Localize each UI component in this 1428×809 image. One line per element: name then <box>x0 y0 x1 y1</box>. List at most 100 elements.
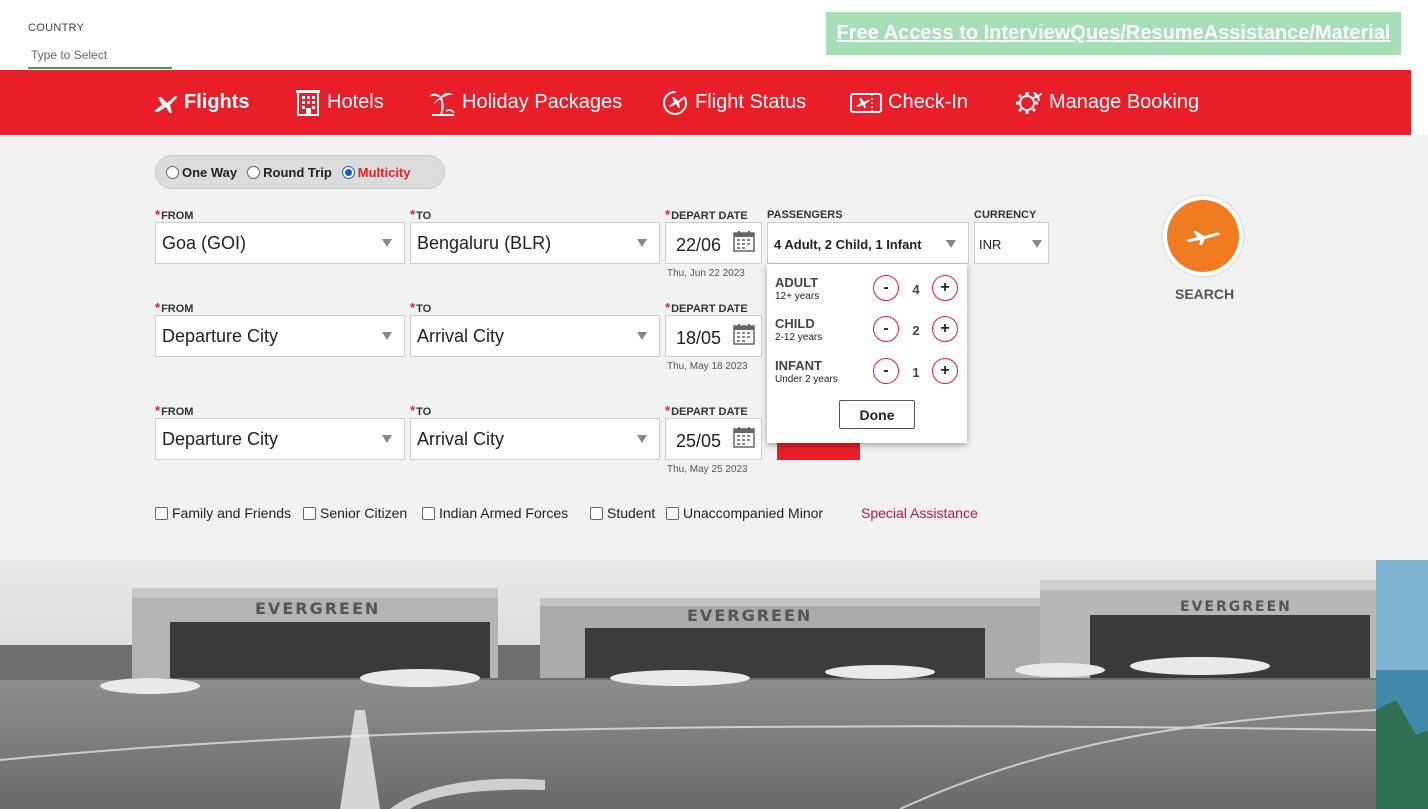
nav-flights-label: Flights <box>184 91 250 113</box>
nav-flight-status-label: Flight Status <box>695 91 807 113</box>
option-family-friends[interactable]: Family and Friends <box>155 505 291 521</box>
leg2-depart-label: *DEPART DATE <box>665 300 748 315</box>
armed-forces-checkbox[interactable] <box>422 506 435 520</box>
trip-round-trip-label: Round Trip <box>263 164 332 180</box>
airplane-icon <box>1186 231 1220 245</box>
leg2-from-label: *FROM <box>155 300 194 315</box>
dropdown-caret-icon <box>1032 240 1042 248</box>
leg1-to-value: Bengaluru (BLR) <box>417 232 552 253</box>
nav-holiday-packages[interactable]: Holiday Packages <box>428 70 622 135</box>
currency-select[interactable]: INR <box>974 222 1049 264</box>
infant-minus-button[interactable]: - <box>873 358 899 384</box>
family-friends-checkbox[interactable] <box>155 506 168 520</box>
option-unaccompanied-minor-label: Unaccompanied Minor <box>683 505 824 521</box>
leg1-date-value: 22/06 <box>676 235 722 255</box>
leg1-date-input[interactable]: 22/06 <box>665 222 762 264</box>
trip-type-selector: One Way Round Trip Multicity <box>155 155 445 189</box>
nav-flights[interactable]: Flights <box>152 70 250 135</box>
leg1-from-select[interactable]: Goa (GOI) <box>155 222 405 264</box>
passengers-dropdown: ADULT 12+ years - 4 + CHILD 2-12 years -… <box>767 264 967 443</box>
leg3-from-select[interactable]: Departure City <box>155 418 405 460</box>
multicity-radio[interactable] <box>341 165 355 179</box>
trip-one-way-label: One Way <box>182 164 238 180</box>
passengers-done-button[interactable]: Done <box>839 400 915 429</box>
coastline-image <box>1376 560 1428 809</box>
special-assistance-link[interactable]: Special Assistance <box>861 505 978 521</box>
currency-label: CURRENCY <box>974 209 1037 221</box>
airplane-icon <box>154 95 177 113</box>
option-armed-forces-label: Indian Armed Forces <box>439 505 569 521</box>
passengers-summary: 4 Adult, 2 Child, 1 Infant <box>774 237 922 252</box>
nav-holiday-label: Holiday Packages <box>462 91 623 113</box>
dropdown-caret-icon <box>382 239 392 247</box>
trip-one-way[interactable]: One Way <box>166 165 237 180</box>
gear-plane-icon <box>1016 91 1043 114</box>
booking-page: COUNTRY Free Access to InterviewQues/Res… <box>0 0 1428 809</box>
leg2-to-label: *TO <box>410 300 432 315</box>
child-minus-button[interactable]: - <box>873 316 899 342</box>
trip-round-trip[interactable]: Round Trip <box>247 165 332 180</box>
leg2-date-full: Thu, May 18 2023 <box>667 361 748 372</box>
search-button[interactable] <box>1163 196 1243 276</box>
airport-banner-image: EVERGREEN EVERGREEN EVERGREEN <box>0 560 1376 809</box>
dropdown-caret-icon <box>382 435 392 443</box>
option-unaccompanied-minor[interactable]: Unaccompanied Minor <box>666 505 823 521</box>
round-trip-radio[interactable] <box>247 165 261 179</box>
leg2-from-value: Departure City <box>162 325 279 346</box>
hotel-icon <box>296 89 320 116</box>
add-city-button[interactable] <box>777 443 860 460</box>
senior-citizen-checkbox[interactable] <box>303 506 316 520</box>
student-checkbox[interactable] <box>590 506 603 520</box>
leg2-to-value: Arrival City <box>417 325 505 346</box>
option-family-friends-label: Family and Friends <box>172 505 292 521</box>
nav-hotels[interactable]: Hotels <box>295 70 384 135</box>
nav-hotels-label: Hotels <box>327 91 384 113</box>
adult-count: 4 <box>912 282 920 297</box>
leg2-date-input[interactable]: 18/05 <box>665 315 762 357</box>
leg3-to-select[interactable]: Arrival City <box>410 418 660 460</box>
calendar-icon[interactable] <box>733 323 755 345</box>
leg1-to-select[interactable]: Bengaluru (BLR) <box>410 222 660 264</box>
search-label: SEARCH <box>1175 286 1235 302</box>
infant-count: 1 <box>912 365 920 380</box>
nav-manage-booking[interactable]: Manage Booking <box>1013 70 1199 135</box>
trip-multicity[interactable]: Multicity <box>341 165 411 180</box>
leg3-from-value: Departure City <box>162 428 279 449</box>
infant-row: INFANT Under 2 years - 1 + <box>775 358 960 394</box>
nav-check-in[interactable]: Check-In <box>850 70 968 135</box>
option-student[interactable]: Student <box>590 505 655 521</box>
dropdown-caret-icon <box>637 435 647 443</box>
hangar-sign-3: EVERGREEN <box>1180 599 1292 615</box>
country-input[interactable] <box>28 43 172 69</box>
passengers-select[interactable]: 4 Adult, 2 Child, 1 Infant <box>767 222 969 264</box>
child-count: 2 <box>912 323 920 338</box>
dropdown-caret-icon <box>382 332 392 340</box>
option-senior-citizen[interactable]: Senior Citizen <box>303 505 407 521</box>
calendar-icon[interactable] <box>733 230 755 252</box>
leg2-to-select[interactable]: Arrival City <box>410 315 660 357</box>
nav-manage-booking-label: Manage Booking <box>1049 91 1200 113</box>
adult-row: ADULT 12+ years - 4 + <box>775 275 960 311</box>
adult-minus-button[interactable]: - <box>873 275 899 301</box>
leg3-date-input[interactable]: 25/05 <box>665 418 762 460</box>
palm-tree-icon <box>429 92 455 116</box>
passengers-label: PASSENGERS <box>767 209 843 221</box>
leg3-date-value: 25/05 <box>676 431 722 451</box>
one-way-radio[interactable] <box>166 165 179 179</box>
nav-flight-status[interactable]: Flight Status <box>661 70 806 135</box>
hangar-sign-1: EVERGREEN <box>255 599 380 618</box>
boarding-pass-icon <box>850 92 882 113</box>
infant-plus-button[interactable]: + <box>932 358 958 384</box>
leg3-to-value: Arrival City <box>417 428 505 449</box>
option-armed-forces[interactable]: Indian Armed Forces <box>422 505 568 521</box>
leg2-from-select[interactable]: Departure City <box>155 315 405 357</box>
unaccompanied-minor-checkbox[interactable] <box>666 506 679 520</box>
promo-link[interactable]: Free Access to InterviewQues/ResumeAssis… <box>837 22 1391 45</box>
child-plus-button[interactable]: + <box>932 316 958 342</box>
country-selector: COUNTRY <box>28 22 172 69</box>
calendar-icon[interactable] <box>733 426 755 448</box>
country-label: COUNTRY <box>28 22 85 34</box>
search-button-face <box>1167 200 1239 272</box>
leg1-from-label: *FROM <box>155 207 194 222</box>
adult-plus-button[interactable]: + <box>932 275 958 301</box>
